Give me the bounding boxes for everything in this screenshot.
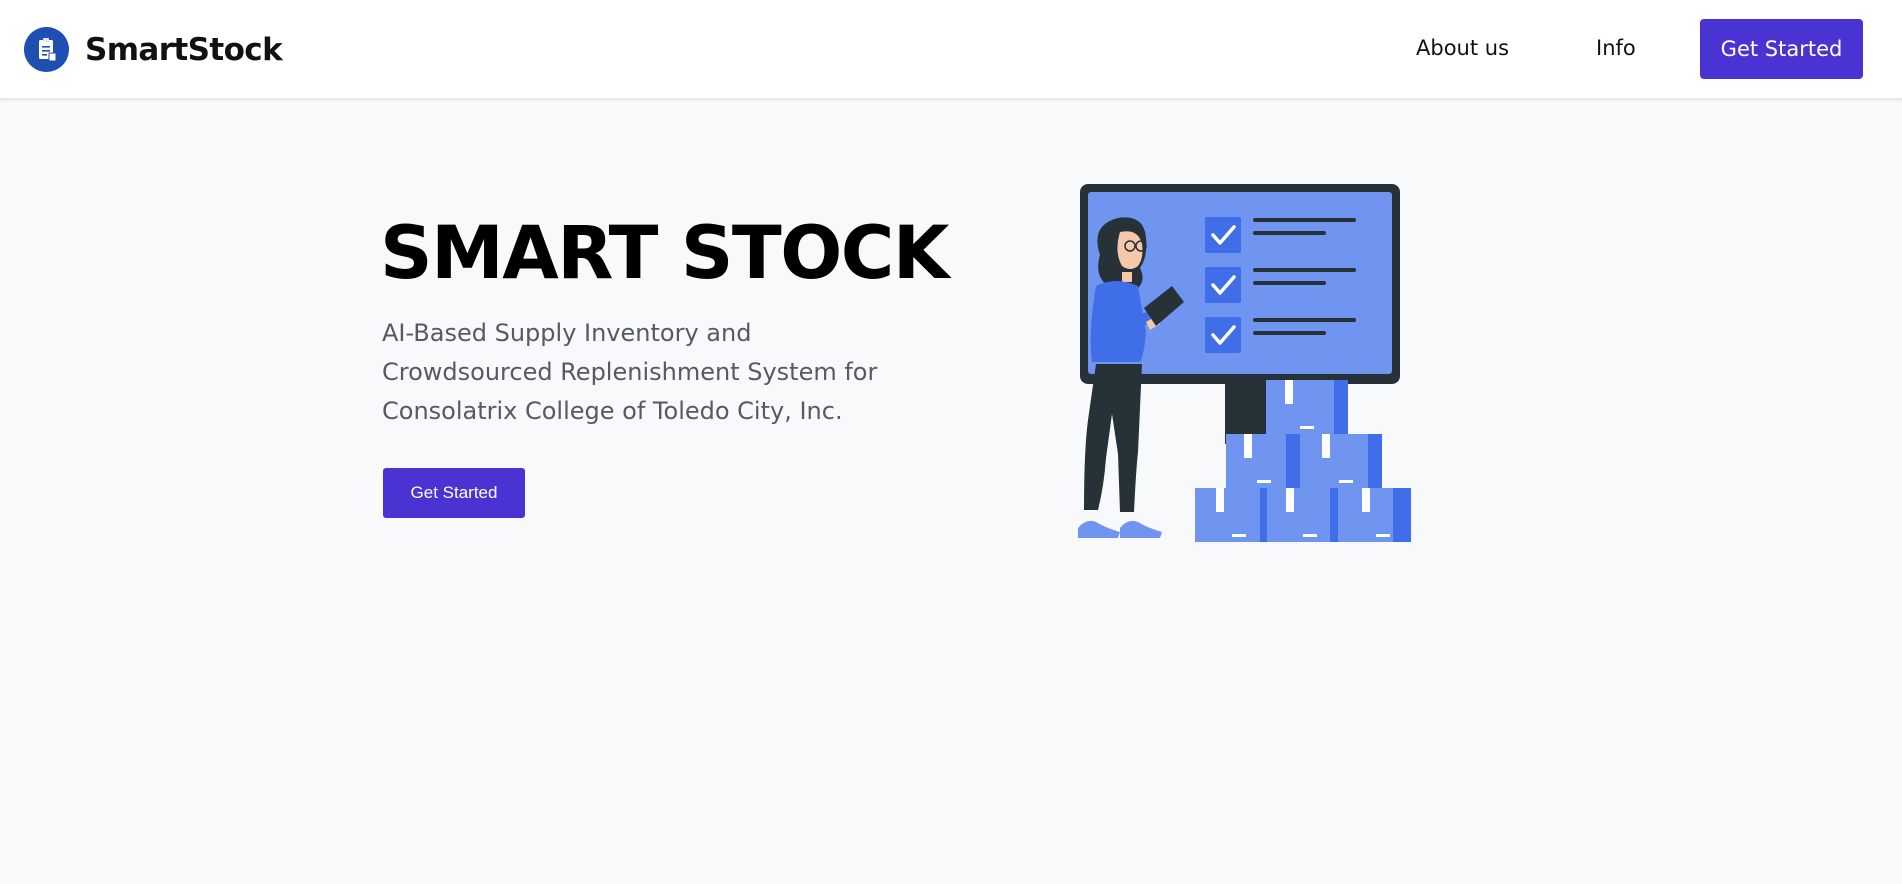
hero-subtitle: AI-Based Supply Inventory and Crowdsourc… — [382, 319, 878, 425]
nav-info-link[interactable]: Info — [1596, 36, 1636, 60]
hero-title: SMART STOCK — [380, 211, 949, 296]
clipboard-icon — [24, 27, 69, 72]
brand-name: SmartStock — [85, 31, 283, 68]
inventory-checklist-illustration — [1078, 184, 1411, 542]
hero-get-started-button[interactable]: Get Started — [383, 468, 525, 518]
top-navbar: SmartStock About us Info Get Started — [0, 0, 1902, 99]
nav-get-started-button[interactable]: Get Started — [1700, 19, 1863, 79]
brand-link[interactable]: SmartStock — [24, 27, 283, 72]
nav-about-us-link[interactable]: About us — [1416, 36, 1509, 60]
